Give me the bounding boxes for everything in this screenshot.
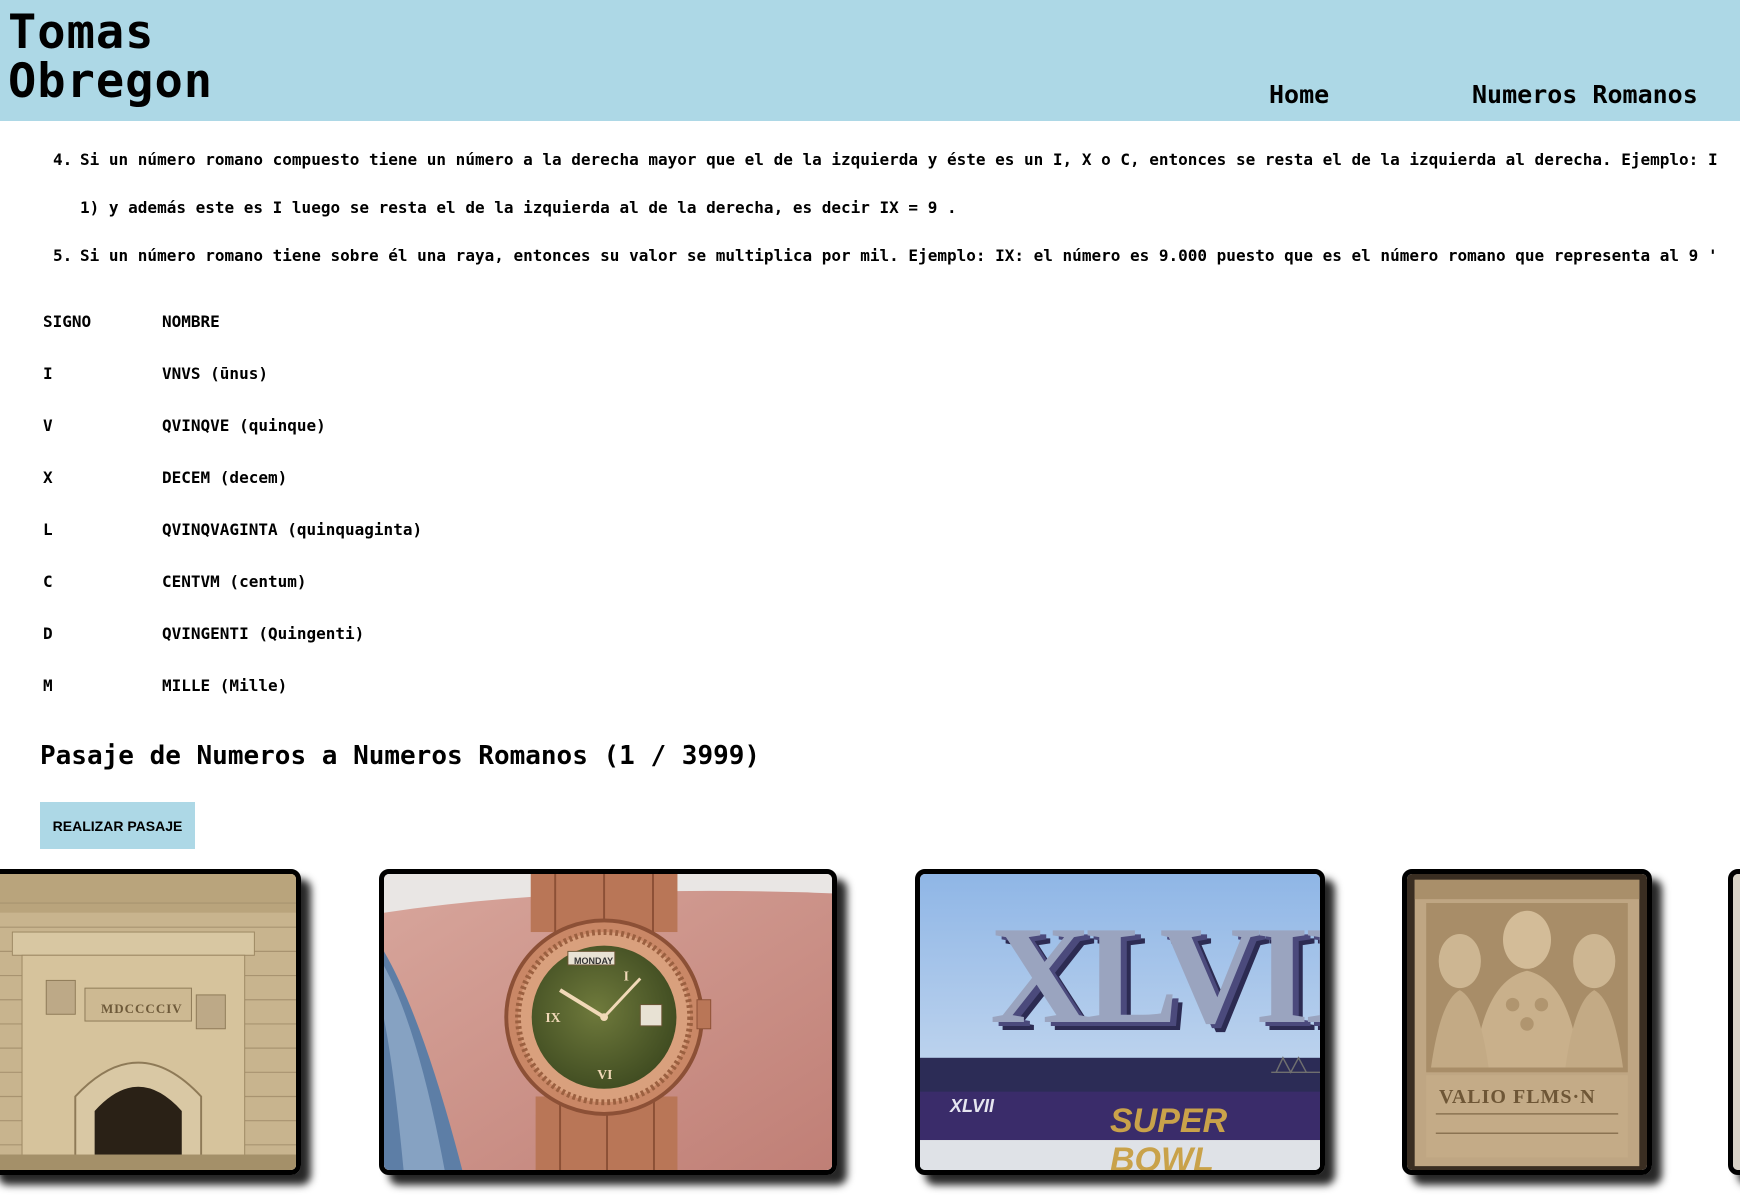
site-brand[interactable]: Tomas Obregon xyxy=(8,8,213,106)
signo-cell: D xyxy=(43,624,53,643)
svg-text:I: I xyxy=(624,968,629,983)
photo-partial xyxy=(1728,869,1740,1175)
nombre-cell: VNVS (ūnus) xyxy=(162,364,268,383)
watch-day-label: MONDAY xyxy=(574,956,614,966)
nombre-cell: MILLE (Mille) xyxy=(162,676,288,695)
site-header: Tomas Obregon Home Numeros Romanos xyxy=(0,0,1740,121)
photo-roman-relief: VALIO FLMS·N xyxy=(1402,869,1652,1175)
partial-image xyxy=(1733,874,1740,1170)
rule-5-number: 5. xyxy=(53,246,73,265)
rule-5-text: Si un número romano tiene sobre él una r… xyxy=(80,246,1718,265)
stone-arch-image xyxy=(0,874,296,1170)
signo-cell: V xyxy=(43,416,53,435)
superbowl-text: SUPER BOWL xyxy=(1110,1102,1228,1175)
nombre-cell: QVINGENTI (Quingenti) xyxy=(162,624,365,643)
arch-inscription: MDCCCCIV xyxy=(101,1001,183,1016)
signo-cell: C xyxy=(43,572,53,591)
signo-cell: M xyxy=(43,676,53,695)
header-nombre: NOMBRE xyxy=(162,312,220,331)
photo-stone-arch: MDCCCCIV xyxy=(0,869,301,1175)
nav-numeros-romanos-link[interactable]: Numeros Romanos xyxy=(1472,80,1698,109)
nombre-cell: DECEM (decem) xyxy=(162,468,288,487)
nombre-cell: CENTVM (centum) xyxy=(162,572,307,591)
nombre-cell: QVINQVE (quinque) xyxy=(162,416,326,435)
signo-cell: I xyxy=(43,364,53,383)
nombre-cell: QVINQVAGINTA (quinquaginta) xyxy=(162,520,423,539)
superbowl-numeral: XLVII xyxy=(990,898,1325,1053)
header-signo: SIGNO xyxy=(43,312,92,331)
nav-home-link[interactable]: Home xyxy=(1269,80,1329,109)
brand-line-2: Obregon xyxy=(8,54,214,109)
brand-line-1: Tomas xyxy=(8,5,155,60)
rule-4-number: 4. xyxy=(53,150,73,169)
realizar-pasaje-button[interactable]: REALIZAR PASAJE xyxy=(40,802,195,849)
signo-cell: X xyxy=(43,468,53,487)
photo-wristwatch: IX VI I MONDAY xyxy=(379,869,837,1175)
svg-text:VI: VI xyxy=(597,1067,612,1082)
roman-relief-image xyxy=(1407,874,1647,1170)
svg-text:IX: IX xyxy=(545,1010,560,1025)
signo-cell: L xyxy=(43,520,53,539)
wristwatch-image: IX VI I xyxy=(384,874,832,1170)
superbowl-small-numeral: XLVII xyxy=(950,1096,995,1116)
conversion-section-title: Pasaje de Numeros a Numeros Romanos (1 /… xyxy=(40,741,761,771)
photo-superbowl-sign: XLVII SUPER BOWL XLVII xyxy=(915,869,1325,1175)
relief-inscription: VALIO FLMS·N xyxy=(1439,1086,1596,1108)
rule-4-continuation: 1) y además este es I luego se resta el … xyxy=(80,198,957,217)
rule-4-text: Si un número romano compuesto tiene un n… xyxy=(80,150,1718,169)
